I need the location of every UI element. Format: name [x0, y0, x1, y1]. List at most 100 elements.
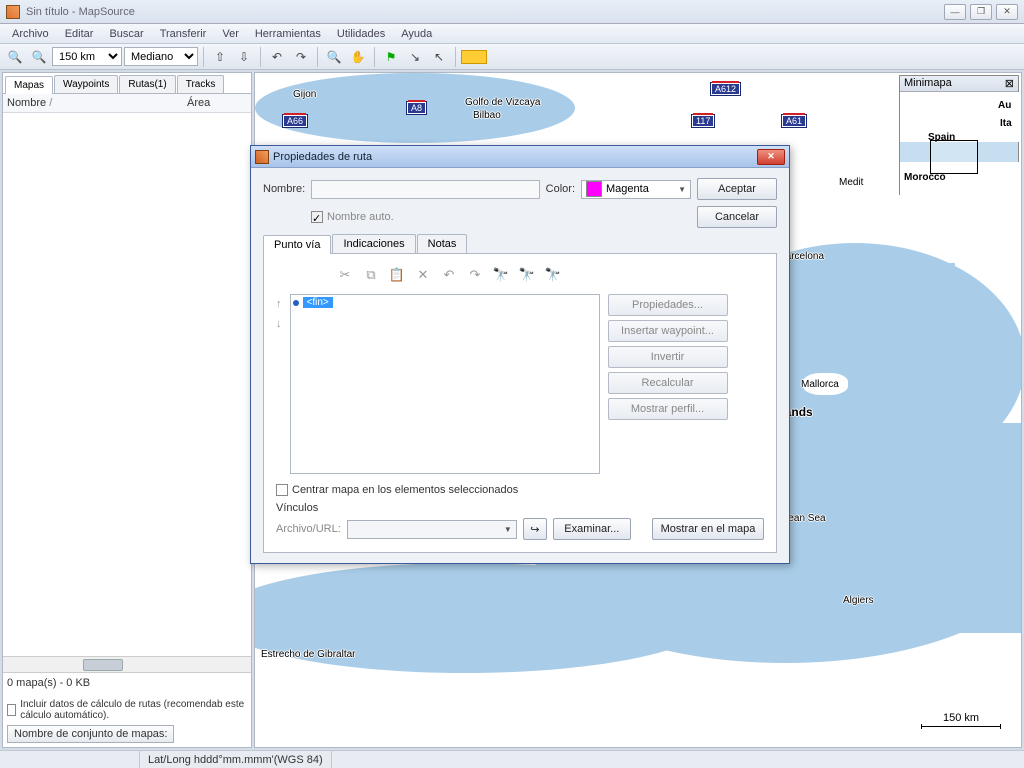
waypoint-dot-icon [293, 300, 299, 306]
centrar-checkbox[interactable] [276, 484, 288, 496]
measure-icon[interactable] [461, 50, 487, 64]
road-117: 117 [692, 115, 714, 127]
road-a66: A66 [283, 115, 307, 127]
nombre-input[interactable] [311, 180, 539, 199]
minimize-button[interactable]: — [944, 4, 966, 20]
tab-tracks[interactable]: Tracks [177, 75, 225, 93]
coord-format: Lat/Long hddd°mm.mmm'(WGS 84) [140, 751, 332, 768]
mapset-name-button[interactable]: Nombre de conjunto de mapas: [7, 725, 174, 743]
horizontal-scrollbar[interactable] [3, 656, 251, 672]
waypoint-toolbar: ✂ ⧉ 📋 ✕ ↶ ↷ 🔭 🔭 🔭 [276, 266, 764, 284]
centrar-label: Centrar mapa en los elementos selecciona… [292, 484, 518, 496]
mostrar-mapa-button[interactable]: Mostrar en el mapa [652, 518, 764, 540]
detail-select[interactable]: Mediano [124, 47, 198, 66]
examinar-button[interactable]: Examinar... [553, 518, 631, 540]
menu-herramientas[interactable]: Herramientas [247, 26, 329, 42]
waypoint-item[interactable]: <fin> [293, 297, 597, 308]
menu-transferir[interactable]: Transferir [152, 26, 215, 42]
titlebar: Sin título - MapSource — ❐ ✕ [0, 0, 1024, 24]
nombre-label: Nombre: [263, 183, 305, 195]
undo-wp-icon[interactable]: ↶ [440, 266, 458, 284]
copy-icon[interactable]: ⧉ [362, 266, 380, 284]
aceptar-button[interactable]: Aceptar [697, 178, 777, 200]
nombre-auto-checkbox[interactable]: ✓ [311, 211, 323, 223]
menu-editar[interactable]: Editar [57, 26, 102, 42]
archivo-url-label: Archivo/URL: [276, 523, 341, 535]
maps-footer: 0 mapa(s) - 0 KB Incluir datos de cálcul… [3, 672, 251, 747]
statusbar: Lat/Long hddd°mm.mmm'(WGS 84) [0, 750, 1024, 768]
menu-ver[interactable]: Ver [214, 26, 247, 42]
menu-utilidades[interactable]: Utilidades [329, 26, 393, 42]
road-a8: A8 [407, 102, 426, 114]
find-icon[interactable]: 🔭 [492, 266, 510, 284]
redo-wp-icon[interactable]: ↷ [466, 266, 484, 284]
menu-ayuda[interactable]: Ayuda [393, 26, 440, 42]
label-gibraltar: Estrecho de Gibraltar [261, 649, 356, 660]
recalcular-button[interactable]: Recalcular [608, 372, 728, 394]
insertar-waypoint-button[interactable]: Insertar waypoint... [608, 320, 728, 342]
invertir-button[interactable]: Invertir [608, 346, 728, 368]
scrollbar-thumb[interactable] [83, 659, 123, 671]
move-up-icon[interactable]: ↑ [276, 298, 282, 310]
side-tabs: Mapas Waypoints Rutas(1) Tracks [3, 73, 251, 94]
flag-tool-icon[interactable]: ⚑ [380, 46, 402, 68]
list-header: Nombre / Área [3, 94, 251, 113]
minimap-viewport[interactable] [930, 140, 978, 174]
route-properties-dialog: Propiedades de ruta ✕ Nombre: Color: Mag… [250, 145, 790, 564]
transfer-down-icon[interactable]: ⇩ [233, 46, 255, 68]
undo-icon[interactable]: ↶ [266, 46, 288, 68]
color-label: Color: [546, 183, 575, 195]
pointer-icon[interactable]: ↖ [428, 46, 450, 68]
dialog-close-button[interactable]: ✕ [757, 149, 785, 165]
maps-count: 0 mapa(s) - 0 KB [7, 677, 247, 689]
side-panel: Mapas Waypoints Rutas(1) Tracks Nombre /… [2, 72, 252, 748]
routing-label: Incluir datos de cálculo de rutas (recom… [20, 699, 247, 721]
zoom-out-icon[interactable]: 🔍 [4, 46, 26, 68]
label-algiers: Algiers [843, 595, 874, 606]
mm-ita: Ita [1000, 118, 1012, 129]
minimap[interactable]: Minimapa⊠ Spain Morocco Au Ita [899, 75, 1019, 195]
tab-punto-via[interactable]: Punto vía [263, 235, 331, 254]
mostrar-perfil-button[interactable]: Mostrar perfil... [608, 398, 728, 420]
window-title: Sin título - MapSource [26, 6, 944, 18]
pan-tool-icon[interactable]: ✋ [347, 46, 369, 68]
route-tool-icon[interactable]: ↘ [404, 46, 426, 68]
zoom-tool-icon[interactable]: 🔍 [323, 46, 345, 68]
go-url-button[interactable]: ↪ [523, 518, 547, 540]
vinculos-label: Vínculos [276, 502, 764, 514]
waypoint-list[interactable]: <fin> [290, 294, 600, 474]
scale-select[interactable]: 150 km [52, 47, 122, 66]
find-places-icon[interactable]: 🔭 [544, 266, 562, 284]
tab-rutas[interactable]: Rutas(1) [119, 75, 175, 93]
zoom-in-icon[interactable]: 🔍 [28, 46, 50, 68]
delete-icon[interactable]: ✕ [414, 266, 432, 284]
menu-archivo[interactable]: Archivo [4, 26, 57, 42]
col-nombre[interactable]: Nombre [7, 97, 46, 109]
dialog-titlebar[interactable]: Propiedades de ruta ✕ [251, 146, 789, 168]
propiedades-button[interactable]: Propiedades... [608, 294, 728, 316]
find-nearest-icon[interactable]: 🔭 [518, 266, 536, 284]
label-golfo: Golfo de Vizcaya [465, 97, 540, 108]
tab-notas[interactable]: Notas [417, 234, 468, 253]
move-down-icon[interactable]: ↓ [276, 318, 282, 330]
close-button[interactable]: ✕ [996, 4, 1018, 20]
dialog-tabs: Punto vía Indicaciones Notas [263, 234, 777, 254]
archivo-url-combo[interactable]: ▼ [347, 520, 517, 539]
tab-mapas[interactable]: Mapas [5, 76, 53, 94]
color-combo[interactable]: Magenta ▼ [581, 180, 691, 199]
redo-icon[interactable]: ↷ [290, 46, 312, 68]
cut-icon[interactable]: ✂ [336, 266, 354, 284]
paste-icon[interactable]: 📋 [388, 266, 406, 284]
cancelar-button[interactable]: Cancelar [697, 206, 777, 228]
maximize-button[interactable]: ❐ [970, 4, 992, 20]
tab-indicaciones[interactable]: Indicaciones [332, 234, 415, 253]
tab-waypoints[interactable]: Waypoints [54, 75, 118, 93]
routing-checkbox[interactable] [7, 704, 16, 716]
minimap-close-icon[interactable]: ⊠ [1005, 77, 1014, 90]
menu-buscar[interactable]: Buscar [101, 26, 151, 42]
list-body[interactable] [3, 113, 251, 656]
road-a61: A61 [782, 115, 806, 127]
transfer-up-icon[interactable]: ⇧ [209, 46, 231, 68]
minimap-title: Minimapa [904, 77, 952, 90]
col-area[interactable]: Área [187, 97, 247, 109]
